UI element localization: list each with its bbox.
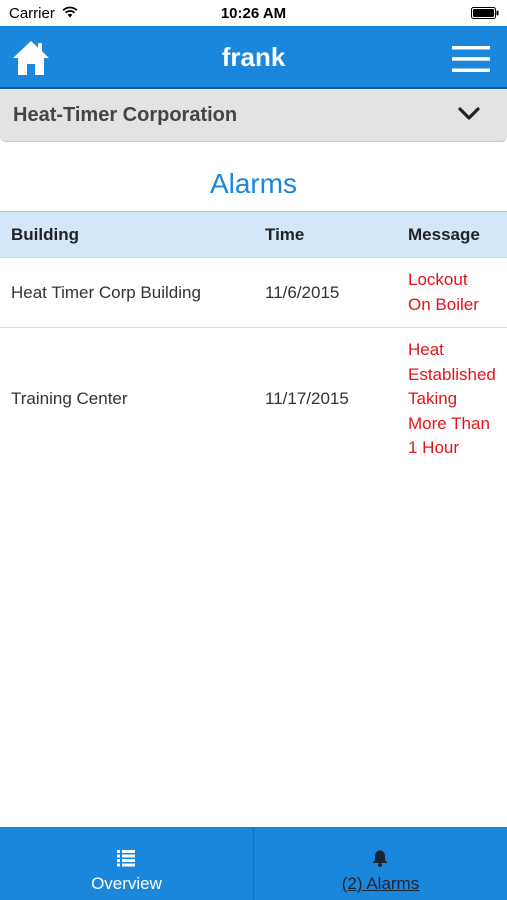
table-header: Building Time Message <box>0 211 507 258</box>
status-bar: Carrier 10:26 AM <box>0 0 507 26</box>
table-row[interactable]: Training Center 11/17/2015 Heat Establis… <box>0 328 507 468</box>
column-header-message: Message <box>408 225 480 244</box>
alarms-table: Building Time Message Heat Timer Corp Bu… <box>0 211 507 468</box>
message-line: 1 Hour <box>408 438 460 457</box>
building-cell: Training Center <box>11 389 128 408</box>
message-line: Taking <box>408 389 458 408</box>
tab-alarms[interactable]: (2) Alarms <box>254 827 507 900</box>
nav-bar: frank <box>0 26 507 89</box>
selected-company: Heat-Timer Corporation <box>13 104 238 126</box>
tab-label: Overview <box>91 874 162 893</box>
tab-overview[interactable]: Overview <box>0 827 253 900</box>
message-line: Lockout <box>408 270 468 289</box>
chevron-down-icon <box>458 107 480 120</box>
message-line: Heat <box>408 340 444 359</box>
battery-icon <box>471 7 499 19</box>
message-line: Established <box>408 364 496 384</box>
bell-icon <box>372 850 388 867</box>
list-icon <box>117 850 135 867</box>
tab-label: (2) Alarms <box>341 874 420 893</box>
status-time: 10:26 AM <box>220 5 287 22</box>
table-row[interactable]: Heat Timer Corp Building 11/6/2015 Locko… <box>0 258 507 328</box>
time-cell: 11/17/2015 <box>265 389 349 408</box>
page-title: Alarms <box>209 168 298 199</box>
message-line: More Than <box>408 413 490 433</box>
message-line: On Boiler <box>408 294 479 314</box>
menu-icon[interactable] <box>452 46 490 72</box>
tab-bar: Overview (2) Alarms <box>0 827 507 900</box>
column-header-building: Building <box>11 225 79 244</box>
nav-title: frank <box>221 42 286 72</box>
company-selector[interactable]: Heat-Timer Corporation <box>0 89 507 142</box>
time-cell: 11/6/2015 <box>265 283 340 302</box>
column-header-time: Time <box>265 225 305 244</box>
building-cell: Heat Timer Corp Building <box>11 283 201 302</box>
message-cell: Lockout On Boiler <box>408 268 479 317</box>
message-cell: Heat Established Taking More Than 1 Hour <box>408 338 496 461</box>
